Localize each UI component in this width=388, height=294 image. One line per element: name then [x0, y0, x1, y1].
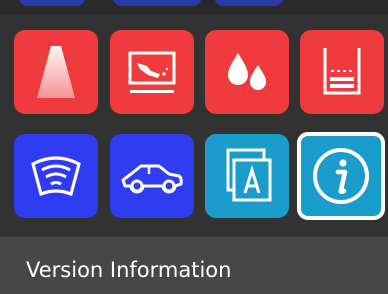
tile-version-info[interactable] — [297, 132, 385, 220]
tile-car-side[interactable] — [110, 134, 194, 218]
road-light-beam-icon — [31, 42, 81, 102]
tile-light-beam[interactable] — [14, 30, 98, 114]
layers-a-icon — [218, 146, 276, 206]
partial-tile-right — [214, 0, 284, 6]
fluid-container-icon — [316, 43, 368, 101]
tile-water-drops[interactable] — [205, 30, 289, 114]
water-drops-icon — [220, 45, 274, 99]
car-on-screen-icon — [123, 43, 181, 101]
tile-display-car[interactable] — [110, 30, 194, 114]
partial-tile-mid — [112, 0, 202, 6]
tile-windshield-wifi[interactable] — [14, 134, 98, 218]
top-partial-row — [0, 0, 388, 14]
tile-layers-a[interactable] — [205, 134, 289, 218]
info-icon — [309, 144, 373, 208]
windshield-wifi-icon — [27, 150, 85, 202]
car-side-icon — [119, 154, 185, 198]
tile-fluid-container[interactable] — [300, 30, 384, 114]
partial-tile-left — [18, 0, 86, 6]
selected-item-title: Version Information — [26, 258, 232, 282]
